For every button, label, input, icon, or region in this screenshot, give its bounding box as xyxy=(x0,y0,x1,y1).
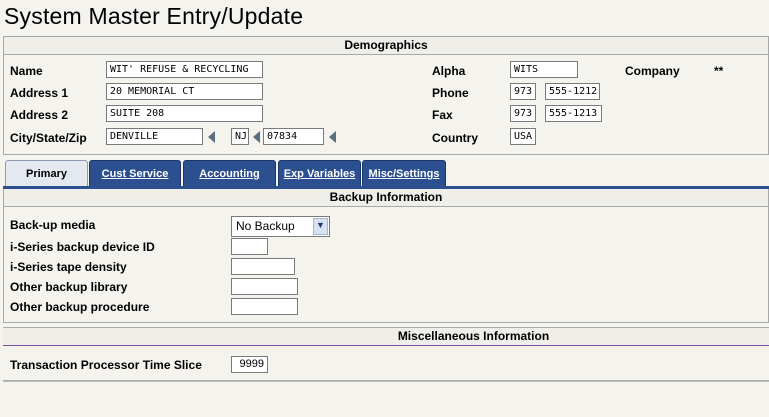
time-slice-label: Transaction Processor Time Slice xyxy=(10,358,202,372)
phone-label: Phone xyxy=(432,86,469,100)
phone-number-field[interactable]: 555-1212 xyxy=(545,83,600,100)
tab-exp-variables[interactable]: Exp Variables xyxy=(278,160,361,186)
fax-area-field[interactable]: 973 xyxy=(510,105,536,122)
zip-lookup-arrow-icon[interactable] xyxy=(329,131,336,143)
zip-field[interactable]: 07834 xyxy=(263,128,324,145)
backup-header: Backup Information xyxy=(4,189,768,207)
backup-media-label: Back-up media xyxy=(10,218,96,232)
demographics-header: Demographics xyxy=(4,37,768,55)
backup-procedure-label: Other backup procedure xyxy=(10,300,150,314)
city-field[interactable]: DENVILLE xyxy=(106,128,203,145)
fax-label: Fax xyxy=(432,108,453,122)
bottom-divider xyxy=(3,381,769,382)
state-lookup-arrow-icon[interactable] xyxy=(253,131,260,143)
country-label: Country xyxy=(432,131,478,145)
device-id-field[interactable] xyxy=(231,238,268,255)
chevron-down-icon[interactable]: ▼ xyxy=(313,218,328,235)
alpha-field[interactable]: WITS xyxy=(510,61,578,78)
phone-area-field[interactable]: 973 xyxy=(510,83,536,100)
device-id-label: i-Series backup device ID xyxy=(10,240,155,254)
tab-cust-service[interactable]: Cust Service xyxy=(89,160,181,186)
tab-accounting[interactable]: Accounting xyxy=(183,160,276,186)
tape-density-label: i-Series tape density xyxy=(10,260,127,274)
city-lookup-arrow-icon[interactable] xyxy=(208,131,215,143)
address2-label: Address 2 xyxy=(10,108,69,122)
company-value: ** xyxy=(714,64,724,78)
backup-media-value: No Backup xyxy=(236,219,295,233)
backup-media-select[interactable]: No Backup ▼ xyxy=(231,216,330,237)
company-label: Company xyxy=(625,64,680,78)
backup-procedure-field[interactable] xyxy=(231,298,298,315)
address1-field[interactable]: 20 MEMORIAL CT xyxy=(106,83,263,100)
name-field[interactable]: WIT' REFUSE & RECYCLING xyxy=(106,61,263,78)
tab-primary[interactable]: Primary xyxy=(5,160,88,187)
misc-panel: Miscellaneous Information xyxy=(3,327,769,381)
country-field[interactable]: USA xyxy=(510,128,536,145)
page-title: System Master Entry/Update xyxy=(4,3,304,29)
name-label: Name xyxy=(10,64,43,78)
tab-misc-settings[interactable]: Misc/Settings xyxy=(362,160,446,186)
tape-density-field[interactable] xyxy=(231,258,295,275)
backup-library-label: Other backup library xyxy=(10,280,128,294)
fax-number-field[interactable]: 555-1213 xyxy=(545,105,602,122)
address2-field[interactable]: SUITE 208 xyxy=(106,105,263,122)
misc-header: Miscellaneous Information xyxy=(3,328,769,346)
city-state-zip-label: City/State/Zip xyxy=(10,131,87,145)
time-slice-field[interactable]: 9999 xyxy=(231,356,268,373)
backup-library-field[interactable] xyxy=(231,278,298,295)
state-field[interactable]: NJ xyxy=(231,128,249,145)
alpha-label: Alpha xyxy=(432,64,466,78)
address1-label: Address 1 xyxy=(10,86,69,100)
